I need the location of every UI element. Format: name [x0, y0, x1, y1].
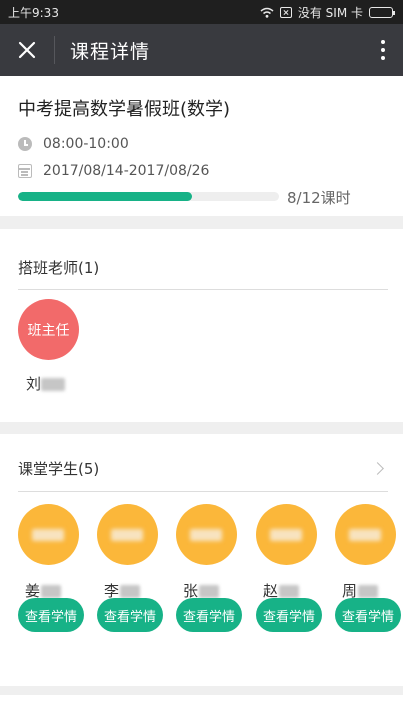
more-button[interactable] [363, 24, 403, 76]
course-title: 中考提高数学暑假班(数学) [18, 99, 231, 120]
course-info-card: 中考提高数学暑假班(数学) 08:00-10:00 2017/08/14-201… [0, 76, 403, 216]
blurred-name [199, 585, 220, 598]
student-avatar[interactable] [18, 504, 79, 565]
teachers-section: 搭班老师(1) 班主任 刘 [0, 229, 403, 422]
student-item: 张 查看学情 [176, 504, 242, 634]
page-title: 课程详情 [70, 40, 151, 63]
blurred-avatar-text [349, 529, 381, 541]
teacher-avatar[interactable]: 班主任 [18, 299, 79, 360]
status-indicators: 没有 SIM 卡 [260, 4, 395, 21]
view-progress-button[interactable]: 查看学情 [256, 598, 322, 632]
section-divider [18, 491, 388, 492]
course-time: 08:00-10:00 [43, 136, 129, 152]
students-title: 课堂学生(5) [18, 460, 100, 478]
view-progress-button[interactable]: 查看学情 [335, 598, 401, 632]
nav-divider [54, 36, 55, 64]
wifi-icon [260, 7, 274, 18]
blurred-name [41, 378, 66, 391]
blurred-avatar-text [32, 529, 64, 541]
student-avatar[interactable] [97, 504, 158, 565]
student-item: 周 查看学情 [335, 504, 401, 634]
student-item: 姜 查看学情 [18, 504, 84, 634]
progress-text: 8/12课时 [287, 189, 351, 207]
clock-icon [18, 137, 32, 151]
next-section [0, 695, 403, 720]
course-dates: 2017/08/14-2017/08/26 [43, 163, 210, 179]
blurred-name [358, 585, 379, 598]
course-dates-row: 2017/08/14-2017/08/26 [18, 163, 209, 179]
student-item: 李 查看学情 [97, 504, 163, 634]
nav-bar: 课程详情 [0, 24, 403, 76]
student-avatar[interactable] [335, 504, 396, 565]
view-progress-button[interactable]: 查看学情 [176, 598, 242, 632]
progress-fill [18, 192, 192, 201]
section-divider [18, 289, 388, 290]
chevron-right-icon[interactable] [371, 462, 384, 475]
student-item: 赵 查看学情 [256, 504, 322, 634]
status-bar: 上午9:33 没有 SIM 卡 [0, 0, 403, 24]
blurred-name [279, 585, 300, 598]
close-icon [18, 41, 36, 59]
course-time-row: 08:00-10:00 [18, 136, 129, 152]
student-avatar[interactable] [256, 504, 317, 565]
view-progress-button[interactable]: 查看学情 [18, 598, 84, 632]
student-avatar[interactable] [176, 504, 237, 565]
no-sim-icon [279, 6, 292, 18]
blurred-name [120, 585, 141, 598]
calendar-icon [18, 164, 32, 178]
close-button[interactable] [0, 24, 54, 76]
teacher-name: 刘 [26, 373, 66, 394]
blurred-avatar-text [270, 529, 302, 541]
carrier-text: 没有 SIM 卡 [297, 5, 363, 20]
status-time: 上午9:33 [8, 5, 59, 20]
teachers-title: 搭班老师(1) [18, 259, 100, 277]
teacher-role: 班主任 [27, 322, 70, 339]
more-vertical-icon [381, 40, 385, 44]
blurred-avatar-text [111, 529, 143, 541]
battery-icon [369, 6, 395, 18]
progress-bar [18, 192, 279, 201]
students-section: 课堂学生(5) 姜 查看学情 李 查看学情 张 查看学情 赵 查看学情 周 查看… [0, 434, 403, 686]
blurred-avatar-text [190, 529, 222, 541]
view-progress-button[interactable]: 查看学情 [97, 598, 163, 632]
blurred-name [41, 585, 62, 598]
